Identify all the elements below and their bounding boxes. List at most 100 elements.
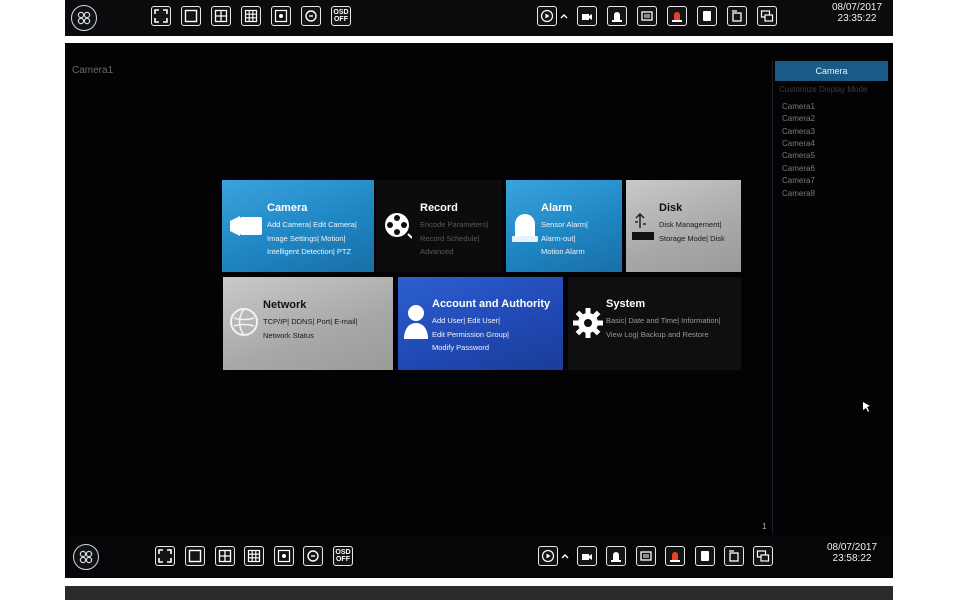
layout-4-button[interactable] (211, 6, 231, 26)
tile-line[interactable]: Sensor Alarm| (541, 220, 588, 229)
menu-tile-record[interactable]: Record Encode Parameters| Record Schedul… (376, 180, 502, 272)
logo-icon[interactable] (71, 5, 97, 31)
menu-tile-disk[interactable]: Disk Disk Management| Storage Mode| Disk (626, 180, 741, 272)
bottom-toolbar: OSD OFF 08/07/2017 23:58:22 (65, 536, 893, 578)
gear-icon (573, 308, 603, 338)
sidebar-camera-item[interactable]: Camera3 (782, 127, 815, 136)
menu-tile-system[interactable]: System Basic| Date and Time| Information… (568, 277, 741, 370)
alarm-siren-icon (512, 214, 538, 242)
menu-tile-camera[interactable]: Camera Add Camera| Edit Camera| Image Se… (222, 180, 374, 272)
osd-button[interactable]: OSD OFF (331, 6, 351, 26)
bottom-time: 23:58:22 (832, 553, 872, 564)
record-button[interactable] (577, 6, 597, 26)
tile-line[interactable]: Add Camera| Edit Camera| (267, 220, 357, 229)
playback-button[interactable] (537, 6, 557, 26)
sidebar-subheader[interactable]: Customize Display Mode (779, 85, 887, 94)
globe-icon (230, 308, 258, 336)
tile-title: System (606, 298, 646, 310)
mouse-cursor-icon (863, 402, 870, 412)
tile-line[interactable]: Encode Parameters| (420, 220, 488, 229)
tile-line[interactable]: Storage Mode| Disk (659, 234, 725, 243)
tile-line[interactable]: Disk Management| (659, 220, 721, 229)
camera-sidebar: Camera Customize Display Mode Camera1 Ca… (772, 61, 888, 534)
record-button[interactable] (577, 546, 597, 566)
video-camera-icon (230, 216, 262, 236)
layout-9-button[interactable] (244, 546, 264, 566)
user-icon (404, 305, 428, 339)
sidebar-header[interactable]: Camera (775, 61, 888, 81)
fullscreen-button[interactable] (155, 546, 175, 566)
sidebar-camera-item[interactable]: Camera8 (782, 189, 815, 198)
tile-line[interactable]: Alarm-out| (541, 234, 575, 243)
tile-line[interactable]: Image Settings| Motion| (267, 234, 346, 243)
manual-alarm-button[interactable] (637, 6, 657, 26)
film-reel-icon (385, 213, 412, 239)
alarm-status-button[interactable] (606, 546, 626, 566)
sidebar-camera-item[interactable]: Camera4 (782, 139, 815, 148)
top-date: 08/07/2017 (831, 2, 883, 13)
network-status-button[interactable] (753, 546, 773, 566)
usb-disk-icon (632, 212, 654, 240)
layout-1-button[interactable] (185, 546, 205, 566)
bottom-datetime: 08/07/2017 23:58:22 (817, 542, 887, 564)
camera-channel-label: Camera1 (72, 65, 114, 76)
tile-line[interactable]: Modify Password (432, 343, 489, 352)
playback-group (538, 546, 570, 566)
osd-button[interactable]: OSD OFF (333, 546, 353, 566)
tile-line[interactable]: Advanced (420, 247, 453, 256)
osd-state-label: OFF (335, 556, 350, 563)
sidebar-camera-item[interactable]: Camera6 (782, 164, 815, 173)
chevron-up-icon[interactable] (560, 551, 570, 561)
sequence-button[interactable] (303, 546, 323, 566)
chevron-up-icon[interactable] (559, 11, 569, 21)
sidebar-camera-item[interactable]: Camera7 (782, 176, 815, 185)
osd-label: OSD (335, 549, 351, 556)
tile-line[interactable]: Basic| Date and Time| Information| (606, 316, 721, 325)
top-toolbar: OSD OFF 08/07/2017 23:35:22 (65, 0, 893, 36)
sidebar-camera-item[interactable]: Camera1 (782, 102, 815, 111)
osd-state-label: OFF (333, 16, 348, 23)
fullscreen-button[interactable] (151, 6, 171, 26)
menu-tile-account-authority[interactable]: Account and Authority Add User| Edit Use… (398, 277, 563, 370)
main-screen: Camera1 Camera Add Camera| Edit Camera| … (65, 43, 893, 578)
alarm-status-button[interactable] (607, 6, 627, 26)
osd-label: OSD (333, 9, 349, 16)
layout-4-button[interactable] (215, 546, 235, 566)
tile-title: Account and Authority (432, 298, 551, 310)
alarm-light-button[interactable] (665, 546, 685, 566)
tile-line[interactable]: Add User| Edit User| (432, 316, 500, 325)
rotate-button[interactable] (727, 6, 747, 26)
playback-group (537, 6, 569, 26)
sidebar-camera-item[interactable]: Camera5 (782, 151, 815, 160)
sidebar-camera-item[interactable]: Camera2 (782, 114, 815, 123)
tile-title: Camera (267, 202, 308, 214)
tile-title: Record (420, 202, 458, 214)
top-time: 23:35:22 (837, 13, 877, 24)
tile-line[interactable]: Motion Alarm (541, 247, 585, 256)
disk-status-button[interactable] (697, 6, 717, 26)
tile-title: Disk (659, 202, 683, 214)
menu-tile-network[interactable]: Network TCP/IP| DDNS| Port| E-mail| Netw… (223, 277, 393, 370)
logo-icon[interactable] (73, 544, 99, 570)
tile-line[interactable]: Record Schedule| (420, 234, 479, 243)
playback-button[interactable] (538, 546, 558, 566)
tile-line[interactable]: Intelligent Detection| PTZ (267, 247, 351, 256)
network-status-button[interactable] (757, 6, 777, 26)
page-number: 1 (762, 522, 767, 531)
custom-layout-button[interactable] (271, 6, 291, 26)
sequence-button[interactable] (301, 6, 321, 26)
layout-1-button[interactable] (181, 6, 201, 26)
bottom-date: 08/07/2017 (826, 542, 878, 553)
menu-tile-alarm[interactable]: Alarm Sensor Alarm| Alarm-out| Motion Al… (506, 180, 622, 272)
manual-alarm-button[interactable] (636, 546, 656, 566)
tile-line[interactable]: Network Status (263, 331, 314, 340)
rotate-button[interactable] (724, 546, 744, 566)
tile-line[interactable]: View Log| Backup and Restore (606, 330, 709, 339)
tile-line[interactable]: TCP/IP| DDNS| Port| E-mail| (263, 317, 357, 326)
tile-line[interactable]: Edit Permission Group| (432, 330, 509, 339)
layout-9-button[interactable] (241, 6, 261, 26)
custom-layout-button[interactable] (274, 546, 294, 566)
tile-title: Alarm (541, 202, 573, 214)
disk-status-button[interactable] (695, 546, 715, 566)
alarm-light-button[interactable] (667, 6, 687, 26)
